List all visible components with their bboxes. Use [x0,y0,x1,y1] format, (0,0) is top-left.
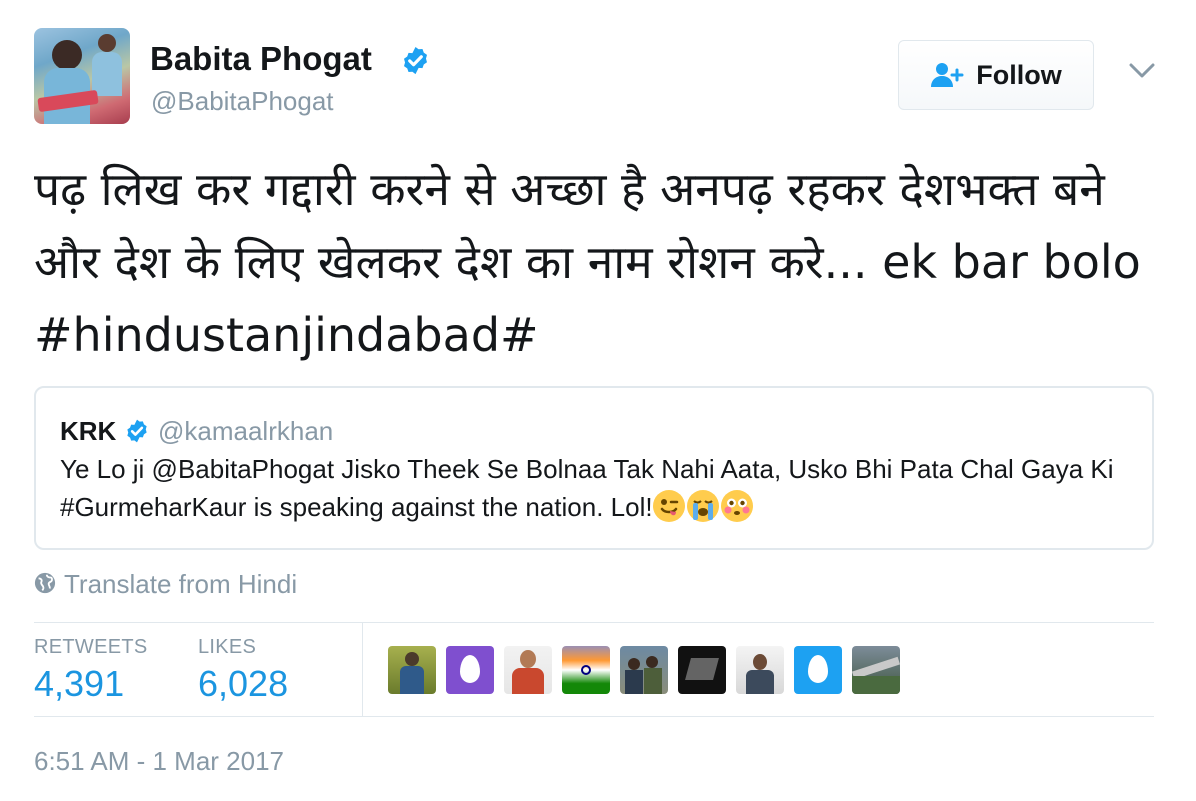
follow-button-label: Follow [976,59,1062,90]
egg-icon [808,655,828,683]
quoted-tweet-text-block: Ye Lo ji @BabitaPhogat Jisko Theek Se Bo… [60,450,1130,526]
divider [34,622,1154,623]
quoted-author-name: KRK [60,416,117,446]
author-name[interactable]: Babita Phogat [150,40,372,78]
liker-avatar[interactable] [388,646,436,694]
verified-badge-icon [127,419,147,443]
likes-count[interactable]: 6,028 [198,663,288,705]
flushed-emoji-icon [720,490,753,522]
tweet-timestamp[interactable]: 6:51 AM - 1 Mar 2017 [34,746,284,777]
author-avatar[interactable] [34,28,130,124]
quoted-author-handle: @kamaalrkhan [158,416,334,446]
liker-avatar[interactable] [504,646,552,694]
retweets-label[interactable]: RETWEETS [34,636,148,659]
avatar-figure [98,34,116,52]
divider [362,622,363,716]
loudly-crying-emoji-icon [686,490,719,522]
quoted-tweet-text: Ye Lo ji @BabitaPhogat Jisko Theek Se Bo… [60,454,1114,522]
likes-label[interactable]: LIKES [198,636,256,659]
liker-avatar[interactable] [852,646,900,694]
retweets-count[interactable]: 4,391 [34,663,124,705]
globe-icon [34,572,56,594]
liker-avatar[interactable] [562,646,610,694]
avatar-figure-body [92,52,122,96]
translate-link[interactable]: Translate from Hindi [64,569,297,600]
divider [34,716,1154,717]
egg-icon [460,655,480,683]
add-user-icon [931,63,964,87]
liker-avatar[interactable] [736,646,784,694]
liker-avatar[interactable] [620,646,668,694]
winking-tongue-emoji-icon [652,490,685,522]
chevron-down-icon[interactable] [1128,62,1156,80]
verified-badge-icon [404,46,427,75]
follow-button[interactable]: Follow [898,40,1094,110]
author-handle[interactable]: @BabitaPhogat [151,86,334,117]
avatar-figure [52,40,82,70]
liker-avatar[interactable] [678,646,726,694]
liker-avatar-default[interactable] [794,646,842,694]
tweet-text: पढ़ लिख कर गद्दारी करने से अच्छा है अनपढ… [34,162,1141,362]
liker-avatar-default[interactable] [446,646,494,694]
